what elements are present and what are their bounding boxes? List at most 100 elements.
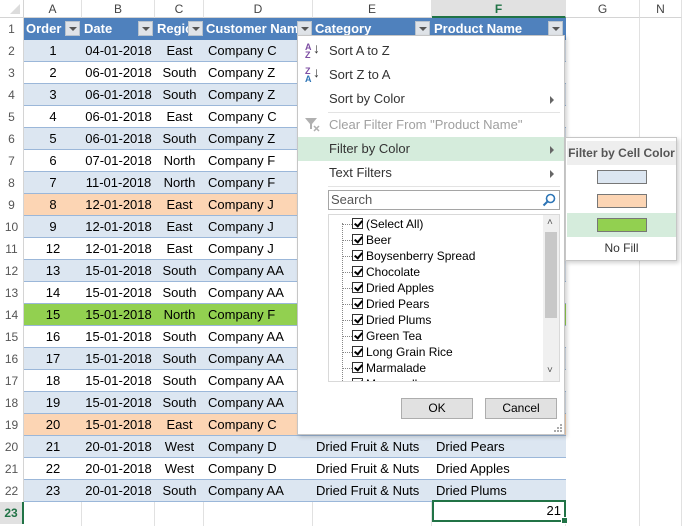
cell-order[interactable]: 13 [24, 260, 82, 282]
cell-date[interactable]: 15-01-2018 [82, 304, 155, 326]
cell-region[interactable]: South [155, 370, 204, 392]
cell-date[interactable]: 15-01-2018 [82, 348, 155, 370]
cell-order[interactable]: 20 [24, 414, 82, 436]
cell-region[interactable]: East [155, 40, 204, 62]
filter-dropdown-customer-name[interactable] [297, 21, 312, 36]
checkbox-checked-icon[interactable] [352, 234, 363, 245]
scroll-up-icon[interactable]: ˄ [547, 218, 555, 228]
cell-date[interactable]: 15-01-2018 [82, 370, 155, 392]
row-header-20[interactable]: 20 [0, 436, 24, 458]
row-header-18[interactable]: 18 [0, 392, 24, 414]
row-header-12[interactable]: 12 [0, 260, 24, 282]
filter-dropdown-product-name[interactable] [548, 21, 563, 36]
cell-region[interactable]: South [155, 62, 204, 84]
row-header-9[interactable]: 9 [0, 194, 24, 216]
column-header-f[interactable]: F [432, 0, 566, 18]
cell-date[interactable]: 20-01-2018 [82, 436, 155, 458]
no-fill-option[interactable]: No Fill [567, 237, 676, 259]
cell-date[interactable]: 20-01-2018 [82, 458, 155, 480]
scroll-thumb[interactable] [545, 232, 557, 318]
checkbox-checked-icon[interactable] [352, 298, 363, 309]
cell-order[interactable]: 18 [24, 370, 82, 392]
cell-product[interactable]: Dried Plums [436, 480, 564, 502]
filter-dropdown-order[interactable] [65, 21, 80, 36]
color-option-green[interactable] [567, 213, 676, 237]
column-header-d[interactable]: D [204, 0, 313, 18]
cell-region[interactable]: South [155, 84, 204, 106]
sort-by-color-item[interactable]: Sort by Color [298, 87, 564, 111]
cell-customer[interactable]: Company D [208, 458, 313, 480]
row-header-1[interactable]: 1 [0, 18, 24, 40]
cell-region[interactable]: East [155, 238, 204, 260]
checkbox-checked-icon[interactable] [352, 378, 363, 381]
resize-grip-icon[interactable] [554, 424, 562, 432]
row-header-17[interactable]: 17 [0, 370, 24, 392]
cell-date[interactable]: 06-01-2018 [82, 84, 155, 106]
cell-date[interactable]: 04-01-2018 [82, 40, 155, 62]
cell-region[interactable]: East [155, 194, 204, 216]
cell-order[interactable]: 15 [24, 304, 82, 326]
row-header-19[interactable]: 19 [0, 414, 24, 436]
row-header-21[interactable]: 21 [0, 458, 24, 480]
column-header-e[interactable]: E [313, 0, 432, 18]
cell-order[interactable]: 19 [24, 392, 82, 414]
cell-category[interactable]: Dried Fruit & Nuts [316, 436, 434, 458]
row-header-2[interactable]: 2 [0, 40, 24, 62]
sort-z-to-a-item[interactable]: Z A ↓ Sort Z to A [298, 63, 564, 87]
cell-date[interactable]: 06-01-2018 [82, 106, 155, 128]
cell-region[interactable]: North [155, 150, 204, 172]
row-header-5[interactable]: 5 [0, 106, 24, 128]
row-header-23[interactable]: 23 [0, 502, 24, 524]
cell-order[interactable]: 16 [24, 326, 82, 348]
cell-order[interactable]: 22 [24, 458, 82, 480]
column-header-n[interactable]: N [640, 0, 682, 18]
column-header-c[interactable]: C [155, 0, 204, 18]
cell-region[interactable]: East [155, 216, 204, 238]
cell-product[interactable]: Dried Apples [436, 458, 564, 480]
cell-region[interactable]: South [155, 128, 204, 150]
cell-date[interactable]: 15-01-2018 [82, 392, 155, 414]
color-option-peach[interactable] [567, 189, 676, 213]
cell-date[interactable]: 20-01-2018 [82, 480, 155, 502]
cell-order[interactable]: 17 [24, 348, 82, 370]
cell-order[interactable]: 5 [24, 128, 82, 150]
column-header-a[interactable]: A [24, 0, 82, 18]
cell-product[interactable]: Dried Pears [436, 436, 564, 458]
cell-order[interactable]: 21 [24, 436, 82, 458]
cell-region[interactable]: West [155, 436, 204, 458]
cell-date[interactable]: 15-01-2018 [82, 414, 155, 436]
cell-order[interactable]: 23 [24, 480, 82, 502]
row-header-10[interactable]: 10 [0, 216, 24, 238]
scroll-down-icon[interactable]: ˅ [547, 366, 555, 376]
cell-order[interactable]: 12 [24, 238, 82, 260]
checkbox-checked-icon[interactable] [352, 282, 363, 293]
text-filters-item[interactable]: Text Filters [298, 161, 564, 185]
row-header-3[interactable]: 3 [0, 62, 24, 84]
checkbox-checked-icon[interactable] [352, 218, 363, 229]
cell-date[interactable]: 15-01-2018 [82, 260, 155, 282]
cell-category[interactable]: Dried Fruit & Nuts [316, 480, 434, 502]
checkbox-checked-icon[interactable] [352, 250, 363, 261]
cell-region[interactable]: North [155, 304, 204, 326]
cell-customer[interactable]: Company D [208, 436, 313, 458]
row-header-14[interactable]: 14 [0, 304, 24, 326]
cell-date[interactable]: 15-01-2018 [82, 282, 155, 304]
cell-region[interactable]: South [155, 282, 204, 304]
cell-customer[interactable]: Company AA [208, 480, 313, 502]
cell-order[interactable]: 8 [24, 194, 82, 216]
cell-order[interactable]: 3 [24, 84, 82, 106]
cell-region[interactable]: East [155, 414, 204, 436]
row-header-4[interactable]: 4 [0, 84, 24, 106]
cell-date[interactable]: 12-01-2018 [82, 238, 155, 260]
color-option-blue[interactable] [567, 165, 676, 189]
filter-dropdown-date[interactable] [138, 21, 153, 36]
cell-region[interactable]: West [155, 458, 204, 480]
cell-order[interactable]: 1 [24, 40, 82, 62]
checkbox-checked-icon[interactable] [352, 330, 363, 341]
column-header-g[interactable]: G [566, 0, 640, 18]
cell-date[interactable]: 15-01-2018 [82, 326, 155, 348]
cell-region[interactable]: South [155, 392, 204, 414]
cell-order[interactable]: 9 [24, 216, 82, 238]
cell-region[interactable]: North [155, 172, 204, 194]
row-header-16[interactable]: 16 [0, 348, 24, 370]
